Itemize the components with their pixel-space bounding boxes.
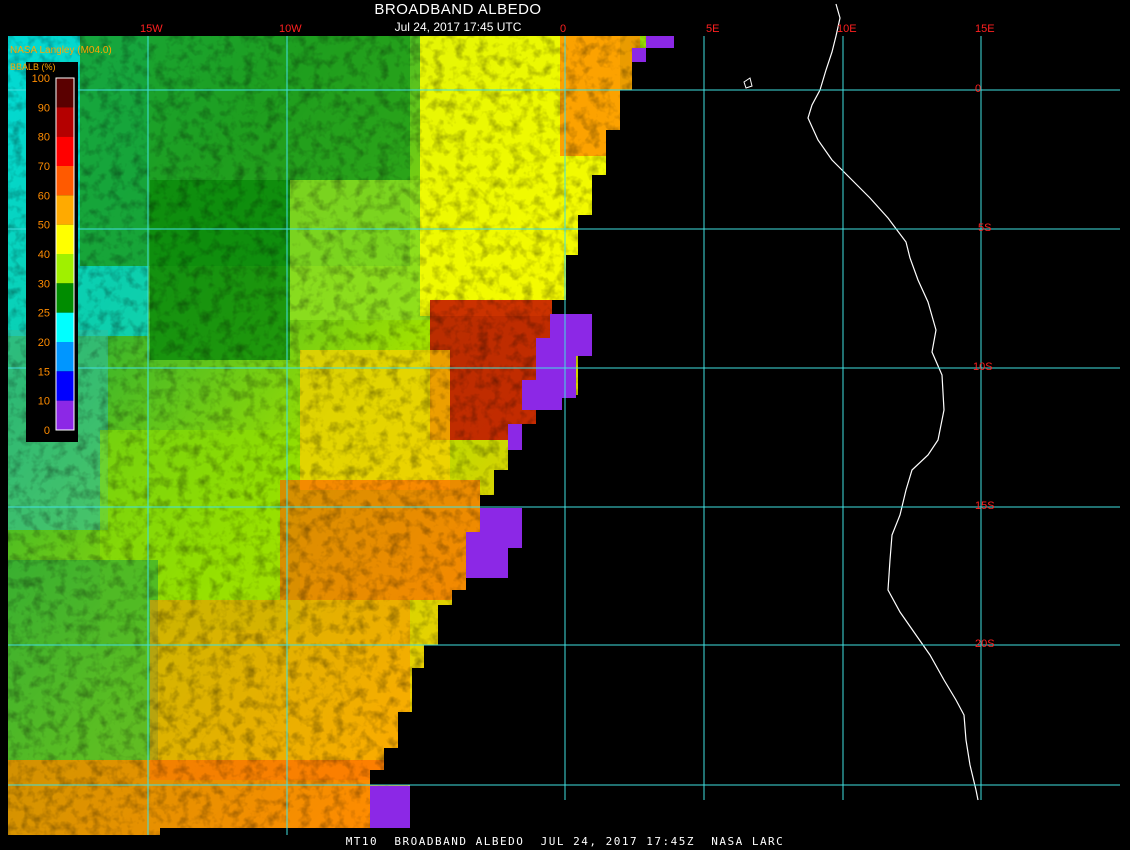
albedo-map — [8, 3, 1120, 835]
legend-tick-label: 50 — [38, 220, 50, 232]
legend-swatch — [56, 224, 74, 254]
legend-tick-label: 60 — [38, 190, 50, 202]
lat-label-5s: 5S — [978, 222, 992, 234]
legend-swatch — [56, 166, 74, 196]
legend-swatch — [56, 107, 74, 137]
footer-caption: MT10 BROADBAND ALBEDO JUL 24, 2017 17:45… — [345, 835, 785, 848]
legend-tick-label: 30 — [38, 278, 50, 290]
legend-tick-label: 0 — [44, 425, 50, 437]
lat-label-0: 0 — [975, 83, 982, 95]
legend-swatch — [56, 312, 74, 342]
albedo-swath — [8, 36, 670, 835]
lat-label-15s: 15S — [975, 500, 995, 512]
legend-swatch — [56, 78, 74, 108]
legend-swatch — [56, 254, 74, 284]
color-legend: 100 90 80 70 60 50 40 30 25 20 15 10 0 — [26, 62, 78, 442]
legend-tick-label: 20 — [38, 337, 50, 349]
map-title: BROADBAND ALBEDO — [374, 1, 542, 18]
lat-label-20s: 20S — [975, 638, 995, 650]
legend-tick-label: 80 — [38, 132, 50, 144]
legend-swatch — [56, 195, 74, 225]
legend-swatch — [56, 371, 74, 401]
legend-tick-label: 10 — [38, 396, 50, 408]
legend-tick-label: 25 — [38, 308, 50, 320]
legend-tick-label: 90 — [38, 102, 50, 114]
legend-tick-label: 40 — [38, 249, 50, 261]
legend-swatch — [56, 283, 74, 313]
coastline — [807, 3, 979, 801]
lat-label-10s: 10S — [973, 361, 993, 373]
legend-swatch — [56, 136, 74, 166]
legend-colorbar: 10090807060504030252015100 — [32, 73, 75, 437]
legend-tick-label: 15 — [38, 366, 50, 378]
legend-tick-label: 100 — [32, 73, 50, 85]
legend-title: BBALB (%) — [10, 62, 56, 72]
lon-label-15e: 15E — [975, 23, 995, 35]
legend-swatch — [56, 400, 74, 430]
credit-label: NASA Langley (M04.0) — [10, 45, 112, 56]
legend-swatch — [56, 342, 74, 372]
island — [743, 77, 753, 89]
map-timestamp: Jul 24, 2017 17:45 UTC — [394, 20, 522, 34]
legend-tick-label: 70 — [38, 161, 50, 173]
